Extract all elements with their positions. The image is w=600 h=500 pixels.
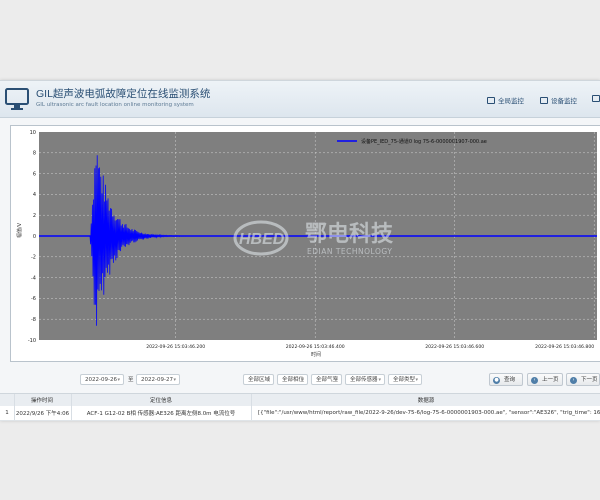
date-to-value: 2022-09-27 <box>141 377 173 383</box>
filter-phase-select[interactable]: 全部相位 ▾ <box>277 374 308 385</box>
y-tick-label: -8 <box>31 317 36 323</box>
app-subtitle: GIL ultrasonic arc fault location online… <box>36 102 194 108</box>
filter-bar: 2022-09-26 ▾ 至 2022-09-27 ▾ 全部区域 ▾ 全部相位 ▾ 全部… <box>10 371 600 389</box>
date-range-separator: 至 <box>128 377 134 383</box>
x-tick-label: 2022-09-26 15:03:46.200 <box>146 344 205 350</box>
app-window: GIL超声波电弧故障定位在线监测系统 GIL ultrasonic arc fa… <box>0 80 600 421</box>
date-to-input[interactable]: 2022-09-27 ▾ <box>136 374 180 385</box>
prev-page-label: 上一页 <box>542 377 559 383</box>
next-page-label: 下一页 <box>581 377 598 383</box>
y-tick-label: 10 <box>30 130 36 136</box>
watermark-en-text: EDIAN TECHNOLOGY <box>307 247 392 256</box>
y-tick-labels: 10 8 6 4 2 0 -2 -4 -6 -8 -10 <box>28 130 36 344</box>
chevron-down-icon: ▾ <box>173 377 176 383</box>
x-tick-label: 2022-09-26 15:03:46.800 <box>535 344 594 350</box>
x-tick-label: 2022-09-26 15:03:46.400 <box>286 344 345 350</box>
col-header-location: 定位信息 <box>149 398 172 404</box>
chevron-down-icon: ▾ <box>415 377 418 383</box>
chevron-down-icon: ▾ <box>301 377 304 383</box>
dashboard-icon <box>487 96 495 104</box>
y-axis-label: 幅值/V <box>16 222 23 238</box>
nav-more[interactable] <box>592 95 600 102</box>
prev-page-button[interactable]: ‹ 上一页 <box>527 373 563 386</box>
col-header-source: 数据源 <box>417 398 435 404</box>
y-tick-label: -2 <box>31 255 36 261</box>
table-row[interactable]: 1 2022/9/26 下午4:06 ACF-1 G12-02 B相 传感器:A… <box>0 406 600 421</box>
x-tick-label: 2022-09-26 15:03:46.600 <box>425 344 484 350</box>
next-page-button[interactable]: › 下一页 <box>566 373 600 386</box>
search-icon: ● <box>493 377 500 384</box>
row-index: 1 <box>5 410 9 416</box>
device-icon <box>540 96 548 104</box>
nav-global-monitor-label: 全局监控 <box>498 97 524 105</box>
table-header: 操作时间 定位信息 数据源 <box>0 393 600 407</box>
chevron-down-icon: ▾ <box>117 377 120 383</box>
arrow-left-icon: ‹ <box>531 377 538 384</box>
nav-global-monitor[interactable]: 全局监控 <box>487 95 524 105</box>
row-time: 2022/9/26 下午4:06 <box>15 411 70 417</box>
y-tick-label: -4 <box>31 275 36 281</box>
y-tick-label: -10 <box>28 338 36 344</box>
watermark-logo-text: HBED <box>239 231 285 248</box>
nav-device-monitor[interactable]: 设备监控 <box>540 95 577 105</box>
y-tick-label: 2 <box>33 213 36 219</box>
y-tick-label: 8 <box>33 151 36 157</box>
nav-device-monitor-label: 设备监控 <box>551 97 577 105</box>
y-tick-label: 6 <box>33 171 36 177</box>
monitor-icon <box>5 88 29 110</box>
row-location: ACF-1 G12-02 B相 传感器:AE326 距离左侧8.0m 电流位号 <box>86 411 236 417</box>
waveform-chart: 10 8 6 4 2 0 -2 -4 -6 -8 -10 2022-09-26 15:03:46.2… <box>10 125 600 362</box>
filter-area-select[interactable]: 全部区域 ▾ <box>243 374 274 385</box>
row-source: [{"file":"/usr/www/html/report/raw_file/… <box>258 410 600 416</box>
y-tick-label: -6 <box>31 296 36 302</box>
query-button-label: 查询 <box>504 377 516 383</box>
x-tick-labels: 2022-09-26 15:03:46.200 2022-09-26 15:03:… <box>146 344 594 350</box>
app-title: GIL超声波电弧故障定位在线监测系统 <box>36 88 211 100</box>
date-from-value: 2022-09-26 <box>85 377 117 383</box>
filter-sensor-value: 全部传感器 <box>350 377 378 383</box>
arrow-right-icon: › <box>570 377 577 384</box>
watermark-cn-text: 鄂电科技 <box>305 222 394 247</box>
results-table: 操作时间 定位信息 数据源 1 2022/9/26 下午4:06 ACF-1 G… <box>0 393 600 421</box>
waveform-svg: 10 8 6 4 2 0 -2 -4 -6 -8 -10 2022-09-26 15:03:46.2… <box>16 130 597 358</box>
filter-chamber-select[interactable]: 全部气室 ▾ <box>311 374 342 385</box>
chevron-down-icon: ▾ <box>267 377 270 383</box>
y-tick-label: 0 <box>33 234 36 240</box>
chevron-down-icon: ▾ <box>378 377 381 383</box>
x-axis-label: 时间 <box>311 351 321 358</box>
settings-icon <box>592 95 600 102</box>
filter-type-value: 全部类型 <box>393 377 416 383</box>
y-tick-label: 4 <box>33 192 36 198</box>
query-button[interactable]: ● 查询 <box>489 373 523 386</box>
app-header: GIL超声波电弧故障定位在线监测系统 GIL ultrasonic arc fa… <box>0 81 600 118</box>
filter-sensor-select[interactable]: 全部传感器 ▾ <box>345 374 385 385</box>
legend-label: 设备PE_IED_75-通道0 log 75-6-0000001907-000.… <box>361 138 487 145</box>
filter-type-select[interactable]: 全部类型 ▾ <box>388 374 422 385</box>
chevron-down-icon: ▾ <box>335 377 338 383</box>
date-from-input[interactable]: 2022-09-26 ▾ <box>80 374 124 385</box>
col-header-time: 操作时间 <box>30 398 53 404</box>
